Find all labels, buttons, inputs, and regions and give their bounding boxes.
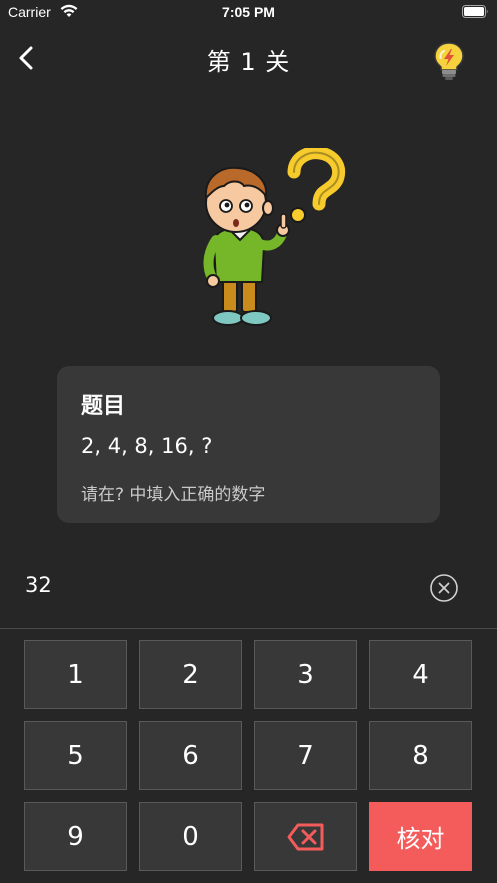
hint-button[interactable] bbox=[432, 40, 466, 82]
question-card: 题目 2, 4, 8, 16, ? 请在? 中填入正确的数字 bbox=[57, 366, 440, 523]
question-title: 题目 bbox=[81, 394, 126, 419]
question-instruction: 请在? 中填入正确的数字 bbox=[81, 485, 266, 505]
status-bar: Carrier 7:05 PM bbox=[0, 0, 497, 26]
key-0[interactable]: 0 bbox=[139, 802, 242, 871]
key-8[interactable]: 8 bbox=[369, 721, 472, 790]
submit-button[interactable]: 核对 bbox=[369, 802, 472, 871]
page-title: 第 1 关 bbox=[206, 48, 291, 76]
question-sequence: 2, 4, 8, 16, ? bbox=[81, 434, 213, 458]
clear-circle-icon bbox=[430, 574, 458, 602]
key-1[interactable]: 1 bbox=[24, 640, 127, 709]
thinking-boy-illustration bbox=[203, 148, 346, 326]
backspace-icon bbox=[287, 823, 323, 850]
lightbulb-icon bbox=[434, 42, 464, 80]
key-9[interactable]: 9 bbox=[24, 802, 127, 871]
backspace-button[interactable] bbox=[254, 802, 357, 871]
answer-input[interactable]: 32 bbox=[25, 573, 52, 597]
key-6[interactable]: 6 bbox=[139, 721, 242, 790]
key-7[interactable]: 7 bbox=[254, 721, 357, 790]
key-4[interactable]: 4 bbox=[369, 640, 472, 709]
key-2[interactable]: 2 bbox=[139, 640, 242, 709]
clear-button[interactable] bbox=[429, 573, 459, 603]
key-3[interactable]: 3 bbox=[254, 640, 357, 709]
status-time: 7:05 PM bbox=[222, 4, 275, 20]
key-5[interactable]: 5 bbox=[24, 721, 127, 790]
battery-icon bbox=[462, 5, 488, 18]
number-keypad: 1 2 3 4 5 6 7 8 9 0 核对 bbox=[24, 640, 473, 871]
divider bbox=[0, 628, 497, 629]
